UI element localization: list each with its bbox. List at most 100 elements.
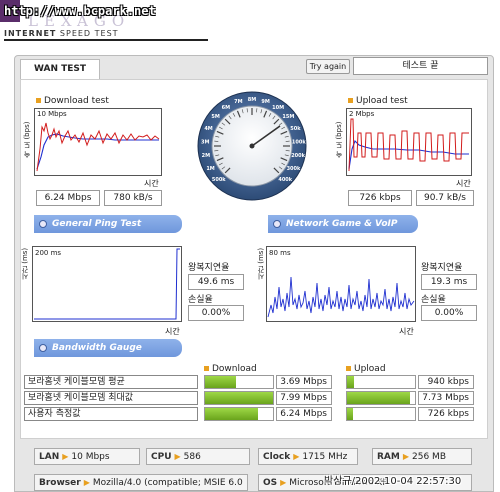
download-title: Download test [36, 96, 109, 106]
game-loss-value: 0.00% [421, 305, 477, 321]
bandwidth-upload-fill [347, 376, 355, 388]
bandwidth-row-label: 보라홈넷 케이블모뎀 평균 [24, 375, 198, 389]
gauge-label: 8M [248, 97, 256, 103]
download-bytes: 780 kB/s [104, 190, 162, 206]
bandwidth-download-fill [205, 392, 273, 404]
upload-title: Upload test [348, 96, 408, 106]
bandwidth-row-label: 보라홈넷 케이블모뎀 최대값 [24, 391, 198, 405]
gauge-label: 10M [272, 105, 284, 111]
game-line [267, 276, 415, 318]
gauge-label: 3M [201, 139, 209, 145]
ping-loss-value: 0.00% [188, 305, 244, 321]
game-axis-t: 시간 [399, 327, 414, 336]
bullet-icon [348, 98, 353, 103]
bandwidth-dot-icon [39, 344, 47, 352]
download-red-line [36, 122, 160, 172]
bandwidth-download-value: 3.69 Mbps [276, 375, 332, 389]
upload-axis-t: 시간 [456, 179, 471, 188]
ping-graph-lines [34, 248, 180, 320]
bandwidth-upload-header: Upload [346, 364, 386, 374]
gauge-label: 15M [282, 114, 294, 120]
upload-axis-v: 속 도 (bps) [335, 121, 343, 158]
game-axis-v: 시간 (ms) [257, 247, 265, 280]
download-blue-line [36, 133, 159, 170]
game-graph-lines [267, 276, 415, 318]
ping-rtt-label: 왕복지연율 [188, 263, 230, 273]
game-voip-header[interactable]: Network Game & VoIP Test [268, 215, 418, 247]
game-graph [266, 246, 416, 322]
bandwidth-upload-value: 726 kbps [418, 407, 474, 421]
bandwidth-upload-value: 940 kbps [418, 375, 474, 389]
upload-bytes: 90.7 kB/s [416, 190, 474, 206]
ping-axis-t: 시간 [165, 327, 180, 336]
upload-blue-line [348, 140, 469, 170]
bullet-icon [36, 98, 41, 103]
info-browser: Browser ▶ Mozilla/4.0 (compatible; MSIE 6.… [34, 474, 248, 491]
header-divider [4, 39, 208, 41]
ping-dot-icon [39, 220, 47, 228]
page-subtitle: INTERNET SPEED TEST [4, 29, 119, 38]
bandwidth-upload-fill [347, 392, 411, 404]
download-axis-t: 시간 [144, 179, 159, 188]
gauge-label: 400k [278, 177, 292, 183]
game-loss-label: 손실율 [421, 295, 446, 305]
gauge-label: 6M [222, 105, 230, 111]
gauge-label: 4M [204, 126, 212, 132]
bandwidth-download-bar [204, 391, 274, 405]
info-clock: Clock ▶ 1715 MHz [258, 448, 358, 465]
game-scale: 80 ms [269, 249, 291, 257]
tab-wan-test[interactable]: WAN TEST [20, 59, 100, 79]
bandwidth-download-fill [205, 408, 259, 420]
gauge-label: 50k [290, 126, 301, 132]
game-rtt-value: 19.3 ms [421, 274, 477, 290]
bandwidth-upload-value: 7.73 Mbps [418, 391, 474, 405]
gauge-label: 9M [261, 99, 269, 105]
bullet-icon [204, 366, 209, 371]
bullet-icon [346, 366, 351, 371]
bandwidth-download-value: 7.99 Mbps [276, 391, 332, 405]
ping-axis-v: 시간 (ms) [21, 247, 29, 280]
info-lan: LAN ▶ 10 Mbps [34, 448, 140, 465]
ping-line [34, 248, 180, 320]
download-graph [34, 108, 162, 176]
bandwidth-upload-bar [346, 391, 416, 405]
gauge-label: 2M [202, 153, 210, 159]
upload-speed: 726 kbps [348, 190, 412, 206]
gauge-label: 5M [211, 114, 219, 120]
bandwidth-download-header: Download [204, 364, 257, 374]
ping-rtt-value: 49.6 ms [188, 274, 244, 290]
ping-graph [32, 246, 182, 322]
gauge-label: 7M [234, 99, 242, 105]
download-axis-v: 속 도 (bps) [23, 121, 31, 158]
bandwidth-upload-bar [346, 375, 416, 389]
bandwidth-row-label: 사용자 측정값 [24, 407, 198, 421]
try-again-button[interactable]: Try again [306, 59, 350, 74]
test-status-field: 테스트 끝 [353, 57, 488, 75]
bandwidth-download-fill [205, 376, 237, 388]
ping-loss-label: 손실율 [188, 295, 213, 305]
bandwidth-download-bar [204, 407, 274, 421]
gauge-label: 500k [212, 177, 226, 183]
gauge-label: 100k [292, 139, 306, 145]
gauge-hub [249, 143, 255, 149]
game-dot-icon [273, 220, 281, 228]
bandwidth-upload-fill [347, 408, 354, 420]
download-scale: 10 Mbps [37, 110, 67, 118]
bandwidth-gauge-header[interactable]: Bandwidth Gauge [34, 339, 182, 357]
capture-watermark: 박상규/2002-10-04 22:57:30 [324, 476, 462, 487]
bandwidth-download-bar [204, 375, 274, 389]
ping-scale: 200 ms [35, 249, 62, 257]
game-rtt-label: 왕복지연율 [421, 263, 463, 273]
speed-gauge: 500k 1M 2M 3M 4M 5M6M 7M 8M 9M10M 15M 50k 100k 200k 3… [197, 91, 307, 201]
bandwidth-download-value: 6.24 Mbps [276, 407, 332, 421]
info-ram: RAM ▶ 256 MB [372, 448, 472, 465]
gauge-label: 200k [291, 153, 305, 159]
download-graph-lines [36, 122, 160, 172]
upload-graph [346, 108, 472, 176]
gauge-label: 300k [287, 166, 301, 172]
bandwidth-upload-bar [346, 407, 416, 421]
info-cpu: CPU ▶ 586 [146, 448, 250, 465]
download-speed: 6.24 Mbps [36, 190, 100, 206]
site-url[interactable]: http://www.bcpark.net [4, 4, 156, 18]
general-ping-header[interactable]: General Ping Test [34, 215, 182, 233]
